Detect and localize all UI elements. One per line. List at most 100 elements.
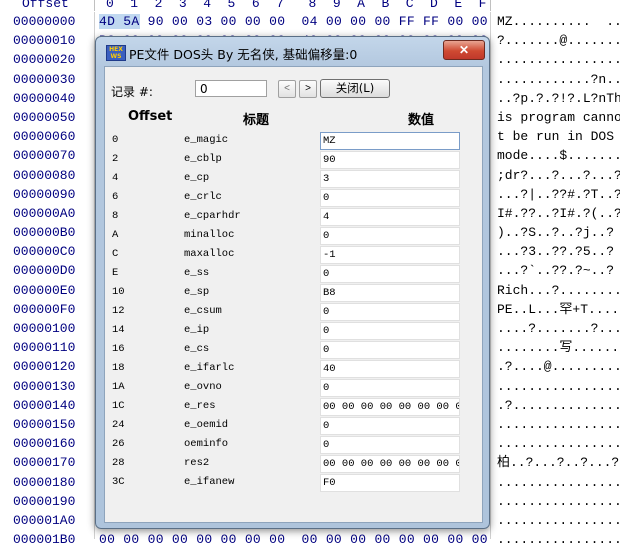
row-ascii[interactable]: ....?.......?...: [497, 319, 620, 338]
field-offset: 10: [112, 286, 125, 298]
row-ascii[interactable]: ................: [497, 492, 620, 511]
field-value-input[interactable]: 00 00 00 00 00 00 00 00: [320, 398, 460, 416]
dialog-titlebar[interactable]: HEX WS PE文件 DOS头 By 无名侠, 基础偏移量:0 ✕: [96, 37, 489, 65]
field-row-maxalloc: Cmaxalloc -1: [105, 246, 482, 265]
row-ascii[interactable]: )..?S..?..?j..?: [497, 223, 614, 242]
field-value-input[interactable]: 0: [320, 227, 460, 245]
field-value-input[interactable]: 00 00 00 00 00 00 00 00: [320, 455, 460, 473]
row-address: 00000010: [13, 33, 76, 49]
field-row-minalloc: Aminalloc 0: [105, 227, 482, 246]
field-row-e-oemid: 24 e_oemid 0: [105, 417, 482, 436]
field-offset: 1A: [112, 381, 125, 393]
window-close-button[interactable]: ✕: [443, 40, 485, 60]
row-ascii[interactable]: ...?`..??.?~..?: [497, 261, 614, 280]
row-bytes[interactable]: 4D 5A 90 00 03 00 00 00 04 00 00 00 FF F…: [99, 12, 488, 31]
chevron-right-icon: >: [305, 83, 311, 94]
row-ascii[interactable]: ................: [497, 473, 620, 492]
field-offset: A: [112, 229, 119, 241]
row-ascii[interactable]: MZ.......... ..: [497, 12, 620, 31]
field-value-input[interactable]: 0: [320, 189, 460, 207]
row-address: 00000100: [13, 321, 76, 336]
field-row-e-cp: 4 e_cp 3: [105, 170, 482, 189]
row-ascii[interactable]: Rich...?........: [497, 281, 620, 300]
row-address: 00000020: [13, 52, 76, 68]
record-number-input[interactable]: 0: [195, 80, 267, 97]
field-row-e-res: 1C e_res 00 00 00 00 00 00 00 00: [105, 398, 482, 417]
field-name: e_crlc: [184, 191, 222, 203]
row-ascii[interactable]: ?.......@.......: [497, 31, 620, 50]
next-record-button[interactable]: >: [299, 80, 317, 98]
row-ascii[interactable]: t be run in DOS: [497, 127, 620, 146]
field-offset: 3C: [112, 476, 125, 488]
row-ascii[interactable]: ................: [497, 434, 620, 453]
row-address: 00000150: [13, 416, 76, 432]
row-ascii[interactable]: ................: [497, 377, 620, 396]
field-name: minalloc: [184, 229, 235, 241]
field-row-e-ip: 14 e_ip 0: [105, 322, 482, 341]
row-ascii[interactable]: .?....@.........: [497, 357, 620, 376]
field-value-input[interactable]: B8: [320, 284, 460, 302]
row-ascii[interactable]: PE..L...罕+T....: [497, 300, 619, 319]
field-value-input[interactable]: 0: [320, 303, 460, 321]
row-ascii[interactable]: ...?3..??.?5..?: [497, 242, 614, 261]
field-row-e-ifarlc: 18 e_ifarlc 40: [105, 360, 482, 379]
row-bytes[interactable]: 00 00 00 00 00 00 00 00 00 00 00 00 00 0…: [99, 530, 488, 549]
field-offset: E: [112, 267, 119, 279]
field-name: maxalloc: [184, 248, 235, 260]
previous-record-button[interactable]: <: [278, 80, 296, 98]
field-row-e-cparhdr: 8 e_cparhdr 4: [105, 208, 482, 227]
row-address: 000000E0: [13, 282, 76, 298]
field-name: e_ifanew: [184, 476, 235, 488]
field-value-input[interactable]: 90: [320, 151, 460, 169]
field-value-input[interactable]: 4: [320, 208, 460, 226]
row-ascii[interactable]: ................: [497, 511, 620, 530]
field-value-input[interactable]: 0: [320, 417, 460, 435]
row-address: 000000B0: [13, 225, 76, 241]
field-offset: 18: [112, 362, 125, 374]
row-ascii[interactable]: ........写.......: [497, 338, 620, 357]
field-value-input[interactable]: -1: [320, 246, 460, 264]
row-address: 000000F0: [13, 301, 76, 317]
row-ascii[interactable]: ................: [497, 415, 620, 434]
field-offset: C: [112, 248, 119, 260]
selected-bytes: 4D 5A: [99, 14, 140, 29]
field-value-input[interactable]: 3: [320, 170, 460, 188]
field-value-input[interactable]: 0: [320, 341, 460, 359]
row-ascii[interactable]: mode....$.......: [497, 146, 620, 165]
field-offset: 0: [112, 134, 119, 146]
row-address: 000000C0: [13, 244, 76, 260]
row-ascii[interactable]: ................: [497, 50, 620, 69]
row-ascii[interactable]: ..?p.?.?!?.L?nTh: [497, 89, 620, 108]
offset-column-title: Offset: [22, 0, 69, 11]
field-value-input[interactable]: 0: [320, 322, 460, 340]
field-name: e_cparhdr: [184, 210, 241, 222]
field-row-e-ss: Ee_ss 0: [105, 265, 482, 284]
field-value-input[interactable]: 0: [320, 436, 460, 454]
row-ascii[interactable]: ................: [497, 530, 620, 549]
field-offset: 2: [112, 153, 119, 165]
row-ascii[interactable]: is program canno: [497, 108, 620, 127]
row-ascii[interactable]: ;dr?...?...?...?: [497, 166, 620, 185]
field-value-input[interactable]: F0: [320, 474, 460, 492]
field-row-oeminfo: 26 oeminfo 0: [105, 436, 482, 455]
field-name: e_oemid: [184, 419, 229, 431]
row-address: 00000040: [13, 90, 76, 106]
icon-text-top: HEX: [109, 46, 123, 53]
hex-row[interactable]: 000001B0 00 00 00 00 00 00 00 00 00 00 00…: [0, 530, 620, 549]
field-row-e-crlc: 6 e_crlc 0: [105, 189, 482, 208]
row-ascii[interactable]: I#.??..?I#.?(..?: [497, 204, 620, 223]
row-ascii[interactable]: 柏..?...?..?...?: [497, 453, 619, 472]
field-row-e-ifanew: 3C e_ifanew F0: [105, 474, 482, 493]
hex-row[interactable]: 00000000 4D 5A 90 00 03 00 00 00 04 00 00…: [0, 12, 620, 31]
row-ascii[interactable]: ...?|..??#.?T..?: [497, 185, 620, 204]
dos-header-field-list: 0 e_magic MZ 2 e_cblp 90 4 e_cp 3 6 e_crlc 0 8 e_cpar…: [105, 132, 482, 493]
row-ascii[interactable]: ............?n..: [497, 70, 620, 89]
field-value-input[interactable]: 0: [320, 265, 460, 283]
close-dialog-button[interactable]: 关闭(L): [320, 79, 390, 98]
field-row-e-magic: 0 e_magic MZ: [105, 132, 482, 151]
field-value-input[interactable]: MZ: [320, 132, 460, 150]
field-value-input[interactable]: 0: [320, 379, 460, 397]
row-ascii[interactable]: .?...............: [497, 396, 620, 415]
field-value-input[interactable]: 40: [320, 360, 460, 378]
field-offset: 8: [112, 210, 119, 222]
